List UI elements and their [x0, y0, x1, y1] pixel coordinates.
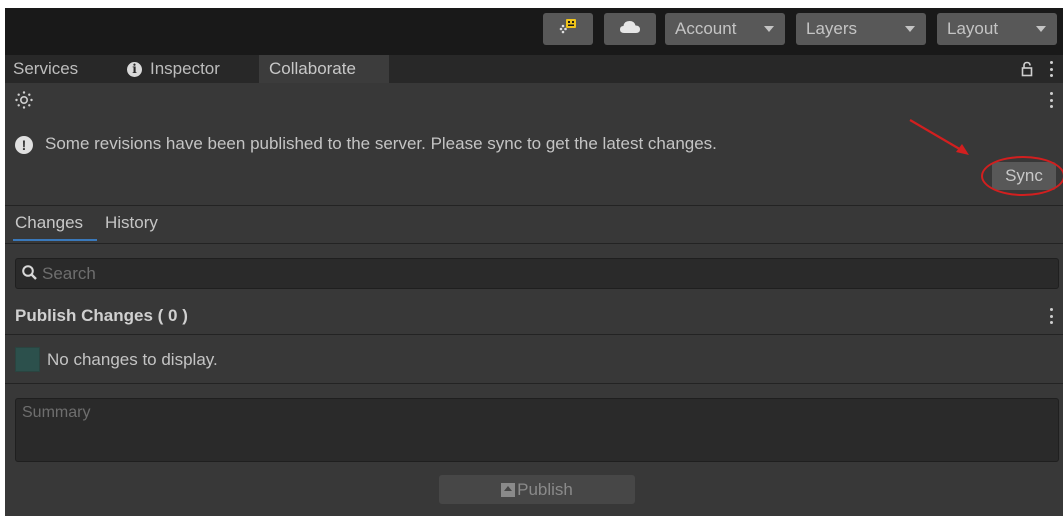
changes-list: No changes to display. [5, 340, 1063, 382]
chevron-down-icon [1036, 26, 1046, 32]
publish-changes-header: Publish Changes ( 0 ) [5, 298, 1063, 334]
more-options-icon[interactable] [1049, 92, 1053, 108]
chevron-down-icon [764, 26, 774, 32]
more-options-icon[interactable] [1049, 61, 1053, 77]
collaborate-subtoolbar [5, 83, 1063, 117]
tab-inspector-label: Inspector [150, 59, 220, 78]
publish-button[interactable]: Publish [439, 475, 635, 504]
tab-history[interactable]: History [105, 213, 158, 233]
divider [5, 243, 1063, 244]
tab-collaborate[interactable]: Collaborate [259, 55, 389, 83]
collaborate-window: Account Layers Layout Services i Inspect… [5, 8, 1063, 516]
layout-dropdown[interactable]: Layout [937, 13, 1057, 45]
select-all-checkbox[interactable] [15, 347, 40, 372]
top-toolbar: Account Layers Layout [5, 8, 1063, 55]
publish-changes-title: Publish Changes ( 0 ) [15, 306, 188, 325]
empty-list-message: No changes to display. [47, 350, 218, 369]
layers-label: Layers [806, 19, 858, 38]
tab-inspector[interactable]: i Inspector [127, 55, 220, 83]
tab-collaborate-label: Collaborate [269, 59, 356, 78]
notification-text: Some revisions have been published to th… [45, 134, 717, 153]
chevron-down-icon [905, 26, 915, 32]
account-dropdown[interactable]: Account [665, 13, 785, 45]
more-options-icon[interactable] [1049, 308, 1053, 324]
red-arrow-annotation [901, 117, 977, 166]
tab-services[interactable]: Services [13, 55, 78, 83]
panel-tab-strip: Services i Inspector Collaborate [5, 55, 1063, 83]
layout-label: Layout [947, 19, 999, 38]
publish-button-label: Publish [517, 479, 573, 499]
divider [5, 334, 1063, 335]
collaborate-toolbar-button[interactable] [543, 13, 593, 45]
tab-services-label: Services [13, 59, 79, 78]
search-input[interactable] [42, 259, 1042, 288]
summary-field[interactable] [15, 398, 1059, 462]
settings-icon[interactable] [14, 90, 34, 115]
active-tab-indicator [13, 239, 97, 241]
divider [5, 383, 1063, 384]
view-tabs: Changes History [5, 206, 1063, 243]
cloud-button[interactable] [604, 13, 656, 45]
search-icon [21, 264, 38, 286]
lock-icon[interactable] [1021, 61, 1033, 82]
upload-icon [501, 482, 516, 497]
sync-highlight-circle [981, 156, 1063, 196]
collaborate-icon [557, 17, 579, 42]
alert-icon: ! [15, 136, 33, 154]
account-label: Account [675, 19, 737, 38]
tab-changes[interactable]: Changes [15, 213, 83, 239]
sync-notification: ! Some revisions have been published to … [5, 117, 1063, 205]
cloud-icon [619, 19, 641, 40]
search-box [15, 258, 1059, 289]
info-icon: i [127, 61, 142, 77]
layers-dropdown[interactable]: Layers [796, 13, 926, 45]
